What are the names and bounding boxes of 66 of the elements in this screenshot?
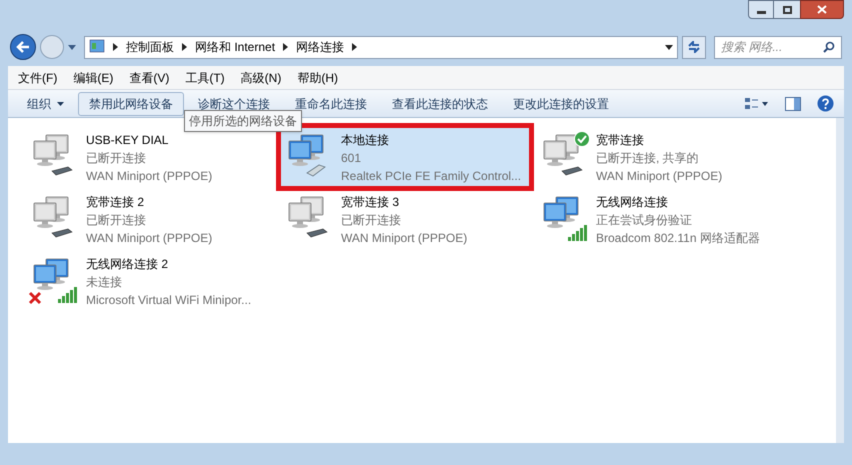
chevron-right-icon — [113, 43, 118, 51]
connection-status: 正在尝试身份验证 — [596, 212, 693, 229]
refresh-arrows-icon — [687, 41, 701, 53]
address-bar[interactable]: 控制面板 网络和 Internet 网络连接 — [84, 36, 678, 58]
connection-name: 宽带连接 3 — [341, 194, 400, 211]
adapter-name: WAN Miniport (PPPOE) — [341, 230, 468, 247]
search-icon — [823, 41, 835, 53]
menu-item[interactable]: 编辑(E) — [73, 68, 114, 86]
connection-status: 已断开连接, 共享的 — [596, 150, 700, 167]
adapter-name: Realtek PCIe FE Family Control... — [341, 168, 522, 185]
toolbar-button[interactable]: 禁用此网络设备 — [78, 92, 184, 116]
network-connection-item[interactable]: 宽带连接 已断开连接, 共享的 WAN Miniport (PPPOE) — [536, 128, 784, 186]
connection-name: 本地连接 — [341, 132, 390, 149]
help-icon[interactable] — [817, 95, 834, 112]
connection-status: 已断开连接 — [86, 212, 147, 229]
close-button[interactable] — [800, 0, 844, 19]
caret-icon[interactable] — [68, 44, 76, 50]
view-options-icon[interactable] — [745, 96, 769, 110]
refresh-button[interactable] — [682, 36, 706, 58]
breadcrumb-link[interactable]: 网络连接 — [296, 38, 344, 56]
toolbar-button[interactable]: 查看此连接的状态 — [381, 92, 499, 116]
minimize-button[interactable] — [748, 0, 774, 19]
adapter-name: WAN Miniport (PPPOE) — [86, 230, 212, 247]
close-icon — [817, 5, 827, 14]
connection-status: 已断开连接 — [86, 150, 147, 167]
signal-bars-icon — [568, 223, 588, 241]
menu-item[interactable]: 查看(V) — [129, 68, 170, 86]
toolbar-button[interactable]: 更改此连接的设置 — [502, 92, 620, 116]
breadcrumb-link[interactable]: 网络和 Internet — [195, 38, 276, 56]
network-connection-item[interactable]: 宽带连接 3 已断开连接 WAN Miniport (PPPOE) — [281, 190, 529, 248]
adapter-name: Broadcom 802.11n 网络适配器 — [596, 230, 760, 247]
adapter-name: WAN Miniport (PPPOE) — [86, 168, 212, 185]
control-panel-icon — [89, 39, 105, 55]
network-connection-item[interactable]: 本地连接 601 Realtek PCIe FE Family Control... — [281, 128, 529, 186]
connection-name: 宽带连接 — [596, 132, 645, 149]
network-connection-item[interactable]: 无线网络连接 2 未连接 Microsoft Virtual WiFi Minipor... — [26, 252, 274, 310]
search-field[interactable]: 搜索 网络... — [721, 38, 823, 56]
chevron-right-icon — [182, 43, 187, 51]
connection-name: 宽带连接 2 — [86, 194, 146, 211]
chevron-right-icon — [352, 43, 358, 51]
toolbar-button[interactable]: 组织 — [16, 92, 75, 116]
preview-pane-icon[interactable] — [785, 96, 801, 110]
menu-item[interactable]: 帮助(H) — [297, 68, 338, 86]
menu-item[interactable]: 文件(F) — [18, 68, 58, 86]
maximize-button[interactable] — [774, 0, 800, 19]
adapter-name: Microsoft Virtual WiFi Minipor... — [86, 292, 252, 309]
adapter-name: WAN Miniport (PPPOE) — [596, 168, 722, 185]
network-connection-item[interactable]: 无线网络连接 正在尝试身份验证 Broadcom 802.11n 网络适配器 — [536, 190, 784, 248]
connection-status: 已断开连接 — [341, 212, 402, 229]
chevron-right-icon — [283, 43, 288, 51]
tooltip: 停用所选的网络设备 — [184, 110, 302, 132]
dropdown-caret-icon[interactable] — [665, 44, 673, 50]
arrow-left-icon — [16, 41, 30, 53]
connection-status: 未连接 — [86, 274, 123, 291]
caret-icon — [57, 102, 64, 106]
menu-item[interactable]: 工具(T) — [185, 68, 225, 86]
back-button[interactable] — [10, 34, 36, 60]
connection-name: 无线网络连接 2 — [86, 256, 170, 273]
signal-bars-icon — [58, 285, 78, 303]
search-box[interactable]: 搜索 网络... — [714, 36, 842, 58]
connection-name: USB-KEY DIAL — [86, 132, 170, 149]
menu-item[interactable]: 高级(N) — [240, 68, 282, 86]
breadcrumb-link[interactable]: 控制面板 — [126, 38, 174, 56]
connection-name: 无线网络连接 — [596, 194, 669, 211]
network-connection-item[interactable]: 宽带连接 2 已断开连接 WAN Miniport (PPPOE) — [26, 190, 274, 248]
connection-status: 601 — [341, 150, 362, 167]
